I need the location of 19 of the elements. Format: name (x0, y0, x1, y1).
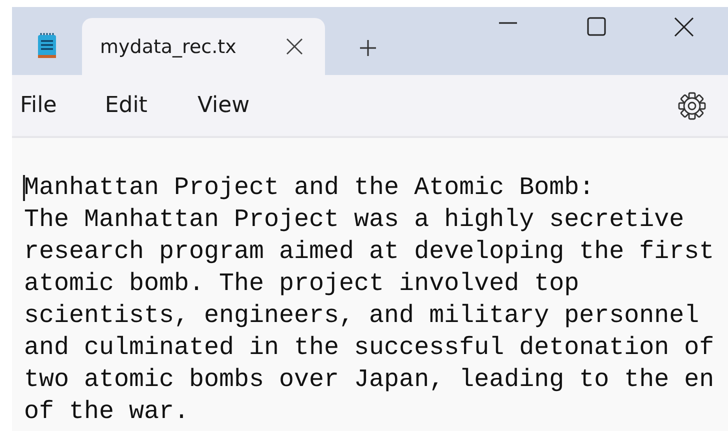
text-line: of the war. (24, 396, 190, 428)
text-line: Manhattan Project and the Atomic Bomb: (24, 172, 594, 204)
settings-icon[interactable] (678, 92, 706, 120)
text-line: The Manhattan Project was a highly secretive (24, 204, 684, 236)
maximize-icon[interactable] (586, 17, 606, 36)
close-icon[interactable] (674, 17, 694, 37)
notepad-icon[interactable] (36, 32, 58, 58)
menu-item[interactable]: View (197, 93, 250, 118)
close-icon[interactable] (286, 38, 303, 55)
menu-item[interactable]: Edit (104, 93, 148, 118)
menu-item[interactable]: File (20, 93, 57, 118)
text-line: and culminated in the successful detonation of (24, 332, 714, 364)
text-line: two atomic bombs over Japan, leading to the en (24, 364, 714, 396)
text-line: scientists, engineers, and military personnel (24, 300, 700, 332)
new-tab-icon[interactable] (359, 39, 377, 57)
tab[interactable]: mydata_rec.tx (82, 18, 325, 75)
text-cursor (23, 175, 24, 201)
text-line: atomic bomb. The project involved top (24, 268, 580, 300)
text-line: research program aimed at developing the first (24, 236, 714, 268)
